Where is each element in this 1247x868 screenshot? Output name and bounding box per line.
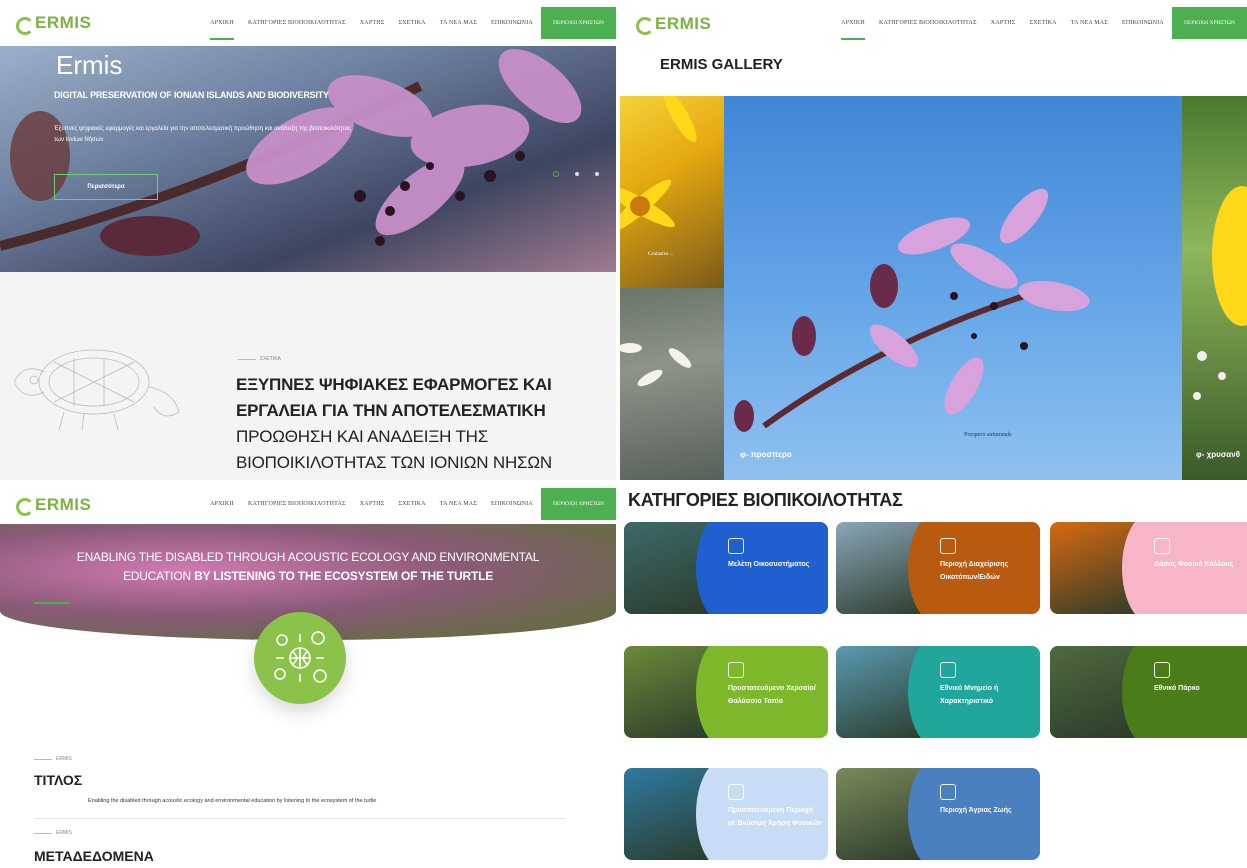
about-section: ΣΧΕΤΙΚΑ ΕΞΥΠΝΕΣ ΨΗΦΙΑΚΕΣ ΕΦΑΡΜΟΓΕΣ ΚΑΙ Ε… bbox=[0, 272, 616, 480]
gallery-right-caption: φ- χρυσανθ bbox=[1196, 450, 1240, 459]
project-tag-1: ERMIS bbox=[34, 756, 72, 762]
hero-title: Ermis bbox=[56, 50, 123, 80]
user-area-button[interactable]: ΠΕΡΙΟΧΗ ΧΡΗΣΤΩΝ bbox=[540, 7, 616, 39]
logo-leaf-icon bbox=[14, 496, 34, 516]
nav-item-news[interactable]: ΤΑ ΝΕΑ ΜΑΣ bbox=[1071, 0, 1108, 46]
card-habitat-management[interactable]: Περιοχή Διαχείρισης Οικοτόπων/Ειδών bbox=[836, 522, 1040, 614]
gallery-main-caption: φ- προσπερο bbox=[740, 450, 792, 459]
card-label: Δάσος Φυσικό Κάλλους bbox=[1154, 561, 1234, 568]
gallery-page-panel: ERMIS ΑΡΧΙΚΗ ΚΑΤΗΓΟΡΙΕΣ ΒΙΟΠΟΙΚΙΛΟΤΗΤΑΣ … bbox=[620, 0, 1247, 480]
project-page-panel: ERMIS ΑΡΧΙΚΗ ΚΑΤΗΓΟΡΙΕΣ ΒΙΟΠΟΙΚΙΛΟΤΗΤΑΣ … bbox=[0, 484, 616, 868]
logo[interactable]: ERMIS bbox=[14, 496, 91, 516]
nav-item-home[interactable]: ΑΡΧΙΚΗ bbox=[210, 0, 234, 46]
card-label: Περιοχή Άγριας Ζωής bbox=[940, 807, 1012, 814]
card-label: Περιοχή Διαχείρισης Οικοτόπων/Ειδών bbox=[940, 561, 1009, 581]
document-icon bbox=[728, 538, 744, 554]
title-label: ΤΙΤΛΟΣ bbox=[34, 772, 83, 788]
gallery-carousel[interactable]: Centaurea ... Prospero autumnale φ- προσ… bbox=[620, 96, 1247, 480]
card-ecosystem-study[interactable]: Μελέτη Οικοσυστήματος bbox=[624, 522, 828, 614]
project-hero-title: ENABLING THE DISABLED THROUGH ACOUSTIC E… bbox=[76, 550, 540, 583]
card-protected-landscape[interactable]: Προστατευόμενο Χερσαίο/Θαλάσσιο Τοπίο bbox=[624, 646, 828, 738]
ecosystem-icon bbox=[274, 631, 327, 683]
logo[interactable]: ERMIS bbox=[634, 15, 711, 35]
nav-item-contact[interactable]: ΕΠΙΚΟΙΝΩΝΙΑ bbox=[491, 0, 533, 46]
hero-slider: Ermis DIGITAL PRESERVATION OF IONIAN ISL… bbox=[0, 46, 616, 272]
door-icon bbox=[1154, 662, 1170, 678]
nav-item-map[interactable]: ΧΑΡΤΗΣ bbox=[360, 484, 385, 524]
nav-item-categories[interactable]: ΚΑΤΗΓΟΡΙΕΣ ΒΙΟΠΟΙΚΙΛΟΤΗΤΑΣ bbox=[248, 0, 346, 46]
nav-item-categories[interactable]: ΚΑΤΗΓΟΡΙΕΣ ΒΙΟΠΟΙΚΙΛΟΤΗΤΑΣ bbox=[879, 0, 977, 46]
nav-item-home[interactable]: ΑΡΧΙΚΗ bbox=[841, 0, 865, 46]
about-tag: ΣΧΕΤΙΚΑ bbox=[238, 356, 281, 362]
card-national-monument[interactable]: Εθνικό Μνημείο ή Χαρακτηριστικό bbox=[836, 646, 1040, 738]
nav-item-contact[interactable]: ΕΠΙΚΟΙΝΩΝΙΑ bbox=[1122, 0, 1164, 46]
card-label: Προστατευόμενο Χερσαίο/Θαλάσσιο Τοπίο bbox=[728, 685, 816, 705]
nav-item-map[interactable]: ΧΑΡΤΗΣ bbox=[360, 0, 385, 46]
hero-text: Έξυπνες ψηφιακές εφαρμογές και εργαλεία … bbox=[54, 126, 352, 144]
logo-leaf-icon bbox=[14, 15, 34, 35]
card-label: Προστατευόμενη Περιοχή με Βιώσιμη Χρήση … bbox=[728, 807, 823, 827]
nav-item-categories[interactable]: ΚΑΤΗΓΟΡΙΕΣ ΒΙΟΠΟΙΚΙΛΟΤΗΤΑΣ bbox=[248, 484, 346, 524]
card-sustainable-use-area[interactable]: Προστατευόμενη Περιοχή με Βιώσιμη Χρήση … bbox=[624, 768, 828, 860]
gallery-thumb-white-flower[interactable] bbox=[620, 288, 724, 480]
card-label: Εθνικό Πάρκο bbox=[1154, 685, 1200, 692]
top-nav: ERMIS ΑΡΧΙΚΗ ΚΑΤΗΓΟΡΙΕΣ ΒΙΟΠΟΙΚΙΛΟΤΗΤΑΣ … bbox=[0, 0, 616, 46]
eco-icon-circle bbox=[254, 612, 346, 704]
nav-item-about[interactable]: ΣΧΕΤΙΚΑ bbox=[398, 484, 425, 524]
honeycomb-icon bbox=[940, 538, 956, 554]
nav-item-about[interactable]: ΣΧΕΤΙΚΑ bbox=[398, 0, 425, 46]
building-icon bbox=[1154, 538, 1170, 554]
card-label: Μελέτη Οικοσυστήματος bbox=[728, 561, 810, 568]
title-value: Enabling the disabled through acoustic e… bbox=[88, 798, 377, 804]
nav-item-news[interactable]: ΤΑ ΝΕΑ ΜΑΣ bbox=[440, 0, 477, 46]
home-page-panel: ERMIS ΑΡΧΙΚΗ ΚΑΤΗΓΟΡΙΕΣ ΒΙΟΠΟΙΚΙΛΟΤΗΤΑΣ … bbox=[0, 0, 616, 480]
metadata-label: ΜΕΤΑΔΕΔΟΜΕΝΑ bbox=[34, 848, 154, 864]
mountain-icon bbox=[940, 662, 956, 678]
gallery-thumb-yellow-flower[interactable]: Centaurea ... bbox=[620, 96, 724, 288]
divider bbox=[34, 818, 566, 819]
nav-item-home[interactable]: ΑΡΧΙΚΗ bbox=[210, 484, 234, 524]
card-wildlife-area[interactable]: Περιοχή Άγριας Ζωής bbox=[836, 768, 1040, 860]
chameleon-illustration bbox=[14, 349, 180, 431]
gallery-main-image[interactable]: Prospero autumnale bbox=[724, 96, 1182, 480]
slider-dots[interactable] bbox=[553, 171, 599, 177]
nav-item-contact[interactable]: ΕΠΙΚΟΙΝΩΝΙΑ bbox=[491, 484, 533, 524]
user-area-button[interactable]: ΠΕΡΙΟΧΗ ΧΡΗΣΤΩΝ bbox=[540, 488, 616, 520]
top-nav: ERMIS ΑΡΧΙΚΗ ΚΑΤΗΓΟΡΙΕΣ ΒΙΟΠΟΙΚΙΛΟΤΗΤΑΣ … bbox=[620, 0, 1247, 46]
leaf-icon bbox=[940, 784, 956, 800]
card-national-park[interactable]: Εθνικό Πάρκο bbox=[1050, 646, 1247, 738]
gallery-thumb-right[interactable] bbox=[1182, 96, 1247, 480]
hero-subtitle: DIGITAL PRESERVATION OF IONIAN ISLANDS A… bbox=[54, 90, 329, 100]
project-tag-2: ERMIS bbox=[34, 830, 72, 836]
logo[interactable]: ERMIS bbox=[14, 14, 91, 35]
hero-accent-bar bbox=[34, 602, 70, 604]
categories-panel: ΚΑΤΗΓΟΡΙΕΣ ΒΙΟΠΙΚΟΙΛΟΤΗΤΑΣ Μελέτη Οικοσυ… bbox=[620, 484, 1247, 868]
more-button[interactable]: Περισσότερα bbox=[54, 174, 158, 200]
user-area-button[interactable]: ΠΕΡΙΟΧΗ ΧΡΗΣΤΩΝ bbox=[1171, 7, 1247, 39]
categories-title: ΚΑΤΗΓΟΡΙΕΣ ΒΙΟΠΙΚΟΙΛΟΤΗΤΑΣ bbox=[628, 490, 903, 510]
card-natural-beauty-forest[interactable]: Δάσος Φυσικό Κάλλους bbox=[1050, 522, 1247, 614]
image-icon bbox=[728, 662, 744, 678]
about-heading: ΕΞΥΠΝΕΣ ΨΗΦΙΑΚΕΣ ΕΦΑΡΜΟΓΕΣ ΚΑΙ ΕΡΓΑΛΕΙΑ … bbox=[236, 375, 552, 472]
logo-leaf-icon bbox=[634, 15, 654, 35]
nav-item-map[interactable]: ΧΑΡΤΗΣ bbox=[991, 0, 1016, 46]
top-nav: ERMIS ΑΡΧΙΚΗ ΚΑΤΗΓΟΡΙΕΣ ΒΙΟΠΟΙΚΙΛΟΤΗΤΑΣ … bbox=[0, 484, 616, 524]
globe-icon bbox=[728, 784, 744, 800]
nav-item-news[interactable]: ΤΑ ΝΕΑ ΜΑΣ bbox=[440, 484, 477, 524]
gallery-title: ERMIS GALLERY bbox=[660, 56, 783, 73]
nav-item-about[interactable]: ΣΧΕΤΙΚΑ bbox=[1029, 0, 1056, 46]
card-label: Εθνικό Μνημείο ή Χαρακτηριστικό bbox=[940, 685, 999, 705]
